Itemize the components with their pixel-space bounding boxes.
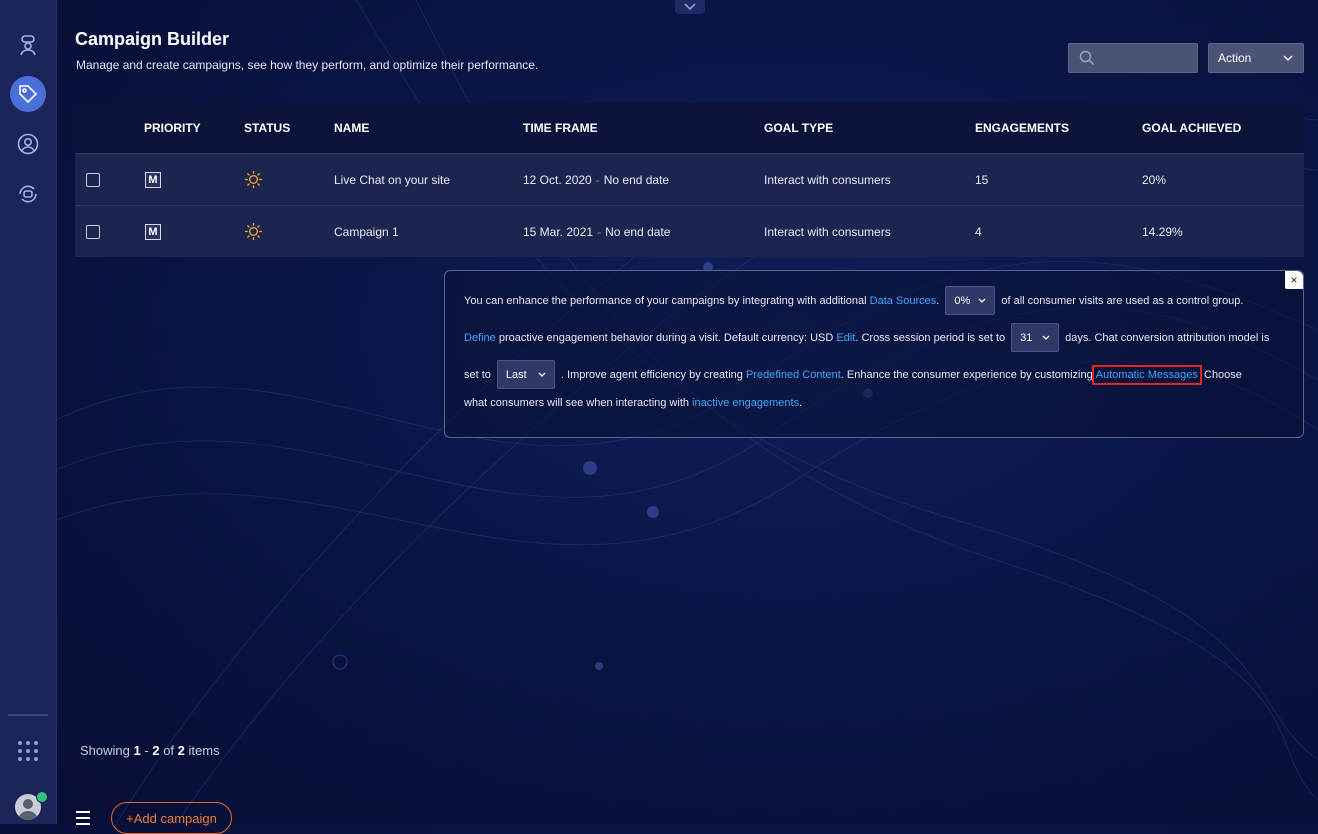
bot-sync-icon[interactable] (10, 176, 46, 212)
sidebar-divider (8, 714, 48, 716)
campaigns-tag-icon[interactable] (10, 76, 46, 112)
row-checkbox[interactable] (86, 172, 100, 187)
col-goal-achieved[interactable]: GOAL ACHIEVED (1142, 121, 1241, 135)
close-icon[interactable]: × (1285, 271, 1303, 289)
goal-type: Interact with consumers (764, 224, 891, 239)
col-time-frame[interactable]: TIME FRAME (523, 121, 598, 135)
chevron-down-icon (538, 372, 546, 377)
goal-achieved: 20% (1142, 172, 1167, 187)
agent-icon[interactable] (10, 27, 46, 63)
engagements: 4 (975, 224, 982, 239)
goal-achieved: 14.29% (1142, 224, 1183, 239)
action-label: Action (1218, 51, 1252, 65)
search-box[interactable] (1068, 43, 1198, 73)
col-engagements[interactable]: ENGAGEMENTS (975, 121, 1069, 135)
campaign-name[interactable]: Live Chat on your site (334, 173, 450, 187)
goal-type: Interact with consumers (764, 172, 891, 187)
info-line-2: Define proactive engagement behavior dur… (464, 323, 1269, 352)
chevron-down-icon[interactable] (675, 0, 705, 14)
col-goal-type[interactable]: GOAL TYPE (764, 121, 833, 135)
automatic-messages-link[interactable]: Automatic Messages (1091, 364, 1202, 385)
pagination-summary: Showing 1 - 2 of 2 items (80, 743, 220, 758)
control-group-select[interactable]: 0% (945, 286, 996, 315)
edit-currency-link[interactable]: Edit (836, 332, 855, 344)
col-status[interactable]: STATUS (244, 121, 290, 135)
attribution-model-select[interactable]: Last (496, 360, 555, 389)
inactive-engagements-link[interactable]: inactive engagements (692, 397, 799, 409)
chevron-down-icon (1042, 335, 1050, 340)
chevron-down-icon (1283, 55, 1293, 61)
left-sidebar (0, 0, 57, 824)
row-checkbox[interactable] (86, 224, 100, 239)
session-period-select[interactable]: 31 (1011, 323, 1060, 352)
predefined-content-link[interactable]: Predefined Content (746, 369, 841, 381)
priority-badge: M (145, 223, 161, 240)
online-status-icon (36, 791, 48, 803)
table-row[interactable]: M Live Chat on your site 12 Oct. 2020- No… (75, 153, 1304, 205)
sun-icon (244, 222, 263, 244)
engagements: 15 (975, 172, 989, 187)
chevron-down-icon (978, 298, 986, 303)
campaign-name[interactable]: Campaign 1 (334, 225, 399, 239)
define-link[interactable]: Define (464, 332, 496, 344)
sun-icon (244, 170, 263, 192)
table-header: PRIORITY STATUS NAME TIME FRAME GOAL TYP… (75, 103, 1304, 153)
info-line-3: set to Last . Improve agent efficiency b… (464, 360, 1242, 389)
add-campaign-button[interactable]: +Add campaign (111, 802, 232, 834)
search-icon (1079, 50, 1095, 66)
col-priority[interactable]: PRIORITY (144, 121, 201, 135)
time-frame: 15 Mar. 2021- No end date (523, 224, 671, 239)
time-frame: 12 Oct. 2020- No end date (523, 172, 670, 187)
data-sources-link[interactable]: Data Sources (870, 295, 937, 307)
info-line-4: what consumers will see when interacting… (464, 397, 803, 409)
col-name[interactable]: NAME (334, 121, 369, 135)
info-line-1: You can enhance the performance of your … (464, 286, 1243, 315)
table-row[interactable]: M Campaign 1 15 Mar. 2021- No end date In… (75, 205, 1304, 257)
search-input[interactable] (1101, 50, 1195, 66)
info-panel: × You can enhance the performance of you… (444, 270, 1304, 438)
user-circle-icon[interactable] (10, 126, 46, 162)
action-dropdown[interactable]: Action (1208, 43, 1304, 73)
menu-icon[interactable] (76, 811, 90, 829)
campaigns-table: PRIORITY STATUS NAME TIME FRAME GOAL TYP… (75, 103, 1304, 257)
apps-grid-icon[interactable] (18, 741, 38, 761)
page-title: Campaign Builder (75, 29, 230, 49)
priority-badge: M (145, 171, 161, 188)
page-subtitle: Manage and create campaigns, see how the… (76, 58, 539, 72)
